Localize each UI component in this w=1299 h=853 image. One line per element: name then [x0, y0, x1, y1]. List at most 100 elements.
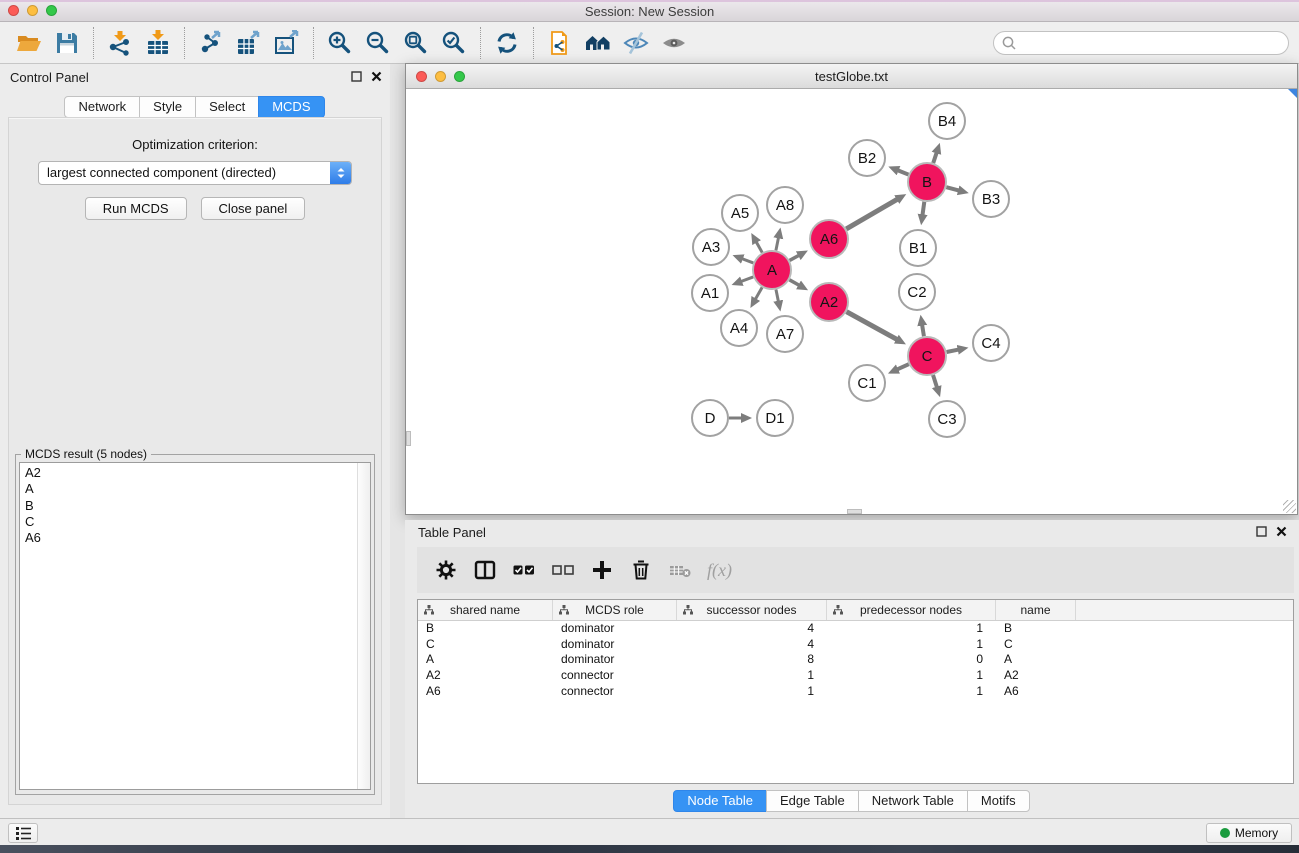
table-row[interactable]: Bdominator 41 B — [418, 621, 1293, 637]
tab-select[interactable]: Select — [195, 96, 259, 118]
column-header-shared-name[interactable]: shared name — [418, 600, 553, 620]
home-icon[interactable] — [579, 26, 617, 60]
table-panel-title: Table Panel — [418, 525, 486, 540]
column-header-name[interactable]: name — [996, 600, 1076, 620]
visibility-icon[interactable] — [655, 26, 693, 60]
list-item[interactable]: A — [20, 481, 370, 497]
open-session-icon[interactable] — [10, 26, 48, 60]
refresh-network-icon[interactable] — [488, 26, 526, 60]
control-panel-tabs: Network Style Select MCDS — [0, 96, 390, 118]
tab-motifs[interactable]: Motifs — [967, 790, 1030, 812]
run-mcds-button[interactable]: Run MCDS — [85, 197, 187, 220]
network-canvas[interactable]: B4B2BB3A8A5A6A3B1AA1C2A2A4A7C4CC1C3DD1 — [406, 89, 1297, 514]
column-header-mcds-role[interactable]: MCDS role — [553, 600, 677, 620]
unselect-all-columns-icon[interactable] — [551, 558, 575, 582]
node-table: shared name MCDS role successor nodes pr… — [417, 599, 1294, 784]
graph-node-label-A2: A2 — [820, 294, 838, 311]
graph-edge-A6-B[interactable] — [846, 199, 897, 229]
float-panel-icon[interactable] — [351, 71, 362, 82]
optimization-criterion-label: Optimization criterion: — [9, 137, 381, 152]
zoom-fit-icon[interactable] — [397, 26, 435, 60]
graph-node-label-C2: C2 — [907, 284, 926, 301]
list-item[interactable]: A6 — [20, 530, 370, 546]
window-resize-grip[interactable] — [1283, 500, 1296, 513]
export-table-icon[interactable] — [230, 26, 268, 60]
float-panel-icon[interactable] — [1256, 526, 1267, 537]
task-history-button[interactable] — [8, 823, 38, 843]
show-columns-icon[interactable] — [473, 558, 497, 582]
table-row[interactable]: A2connector 11 A2 — [418, 668, 1293, 684]
column-header-successor-nodes[interactable]: successor nodes — [677, 600, 827, 620]
mcds-result-title: MCDS result (5 nodes) — [21, 447, 151, 461]
tab-network[interactable]: Network — [64, 96, 140, 118]
graph-edge-A-A7[interactable] — [776, 290, 778, 302]
canvas-horizontal-scrollbar[interactable] — [847, 509, 862, 514]
delete-table-icon[interactable] — [668, 558, 692, 582]
list-scrollbar[interactable] — [357, 463, 370, 789]
list-item[interactable]: C — [20, 514, 370, 530]
search-input[interactable] — [1017, 33, 1288, 53]
tab-edge-table[interactable]: Edge Table — [766, 790, 859, 812]
network-window-titlebar[interactable]: testGlobe.txt — [406, 64, 1297, 89]
import-table-icon[interactable] — [139, 26, 177, 60]
graph-edge-A-A4[interactable] — [755, 287, 762, 299]
canvas-corner-marker — [1288, 89, 1297, 98]
zoom-out-icon[interactable] — [359, 26, 397, 60]
canvas-vertical-scrollbar[interactable] — [406, 431, 411, 446]
list-item[interactable]: B — [20, 498, 370, 514]
graph-edge-C-C1[interactable] — [897, 364, 909, 369]
export-network-icon[interactable] — [192, 26, 230, 60]
zoom-selected-icon[interactable] — [435, 26, 473, 60]
function-builder-button[interactable]: f(x) — [707, 560, 732, 581]
graph-edge-A-A8[interactable] — [776, 237, 779, 250]
table-row[interactable]: Cdominator 41 C — [418, 637, 1293, 653]
close-panel-icon[interactable] — [1276, 526, 1287, 537]
graph-edge-A2-C[interactable] — [847, 312, 898, 340]
close-panel-button[interactable]: Close panel — [201, 197, 306, 220]
tab-mcds[interactable]: MCDS — [258, 96, 324, 118]
graph-edge-B-B3[interactable] — [946, 187, 959, 190]
task-list-icon — [16, 827, 31, 840]
import-network-icon[interactable] — [101, 26, 139, 60]
graph-node-label-D1: D1 — [765, 410, 784, 427]
add-column-icon[interactable] — [590, 558, 614, 582]
graph-node-label-D: D — [705, 410, 716, 427]
table-tabs: Node Table Edge Table Network Table Moti… — [405, 790, 1299, 812]
graph-node-label-B: B — [922, 174, 932, 191]
close-panel-icon[interactable] — [371, 71, 382, 82]
toolbar-separator — [533, 27, 534, 59]
save-session-icon[interactable] — [48, 26, 86, 60]
network-from-file-icon[interactable] — [541, 26, 579, 60]
graph-edge-C-C3[interactable] — [933, 375, 937, 387]
control-panel-title: Control Panel — [10, 70, 89, 85]
memory-button[interactable]: Memory — [1206, 823, 1292, 843]
select-all-columns-icon[interactable] — [512, 558, 536, 582]
search-box[interactable] — [993, 31, 1289, 55]
graph-edge-A-A3[interactable] — [742, 259, 753, 263]
optimization-criterion-select[interactable]: largest connected component (directed) — [38, 161, 352, 185]
visibility-off-icon[interactable] — [617, 26, 655, 60]
graph-edge-B-B1[interactable] — [922, 202, 924, 215]
tab-network-table[interactable]: Network Table — [858, 790, 968, 812]
list-item[interactable]: A2 — [20, 463, 370, 481]
graph-edge-C-C4[interactable] — [947, 350, 959, 352]
graph-edge-B-B2[interactable] — [898, 170, 909, 174]
graph-edge-A-A2[interactable] — [789, 280, 799, 286]
graph-edge-A-A1[interactable] — [741, 277, 753, 282]
app-titlebar[interactable]: Session: New Session — [0, 0, 1299, 22]
zoom-in-icon[interactable] — [321, 26, 359, 60]
select-stepper-icon — [330, 162, 351, 184]
table-row[interactable]: A6connector 11 A6 — [418, 684, 1293, 700]
table-settings-gear-icon[interactable] — [434, 558, 458, 582]
tab-style[interactable]: Style — [139, 96, 196, 118]
table-row[interactable]: Adominator 80 A — [418, 652, 1293, 668]
tab-node-table[interactable]: Node Table — [673, 790, 767, 812]
export-image-icon[interactable] — [268, 26, 306, 60]
column-header-predecessor-nodes[interactable]: predecessor nodes — [827, 600, 996, 620]
graph-edge-A-A5[interactable] — [756, 242, 762, 253]
graph-edge-C-C2[interactable] — [922, 325, 924, 337]
graph-edge-B-B4[interactable] — [933, 152, 936, 163]
graph-edge-A-A6[interactable] — [790, 255, 800, 260]
delete-column-icon[interactable] — [629, 558, 653, 582]
network-graph: B4B2BB3A8A5A6A3B1AA1C2A2A4A7C4CC1C3DD1 — [406, 89, 1297, 514]
